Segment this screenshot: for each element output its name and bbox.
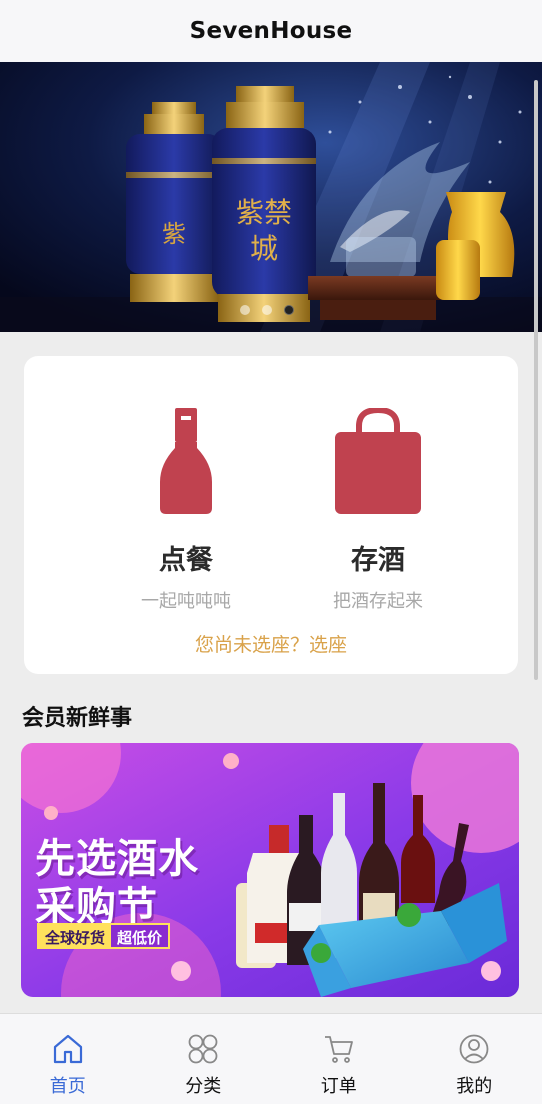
order-food-service[interactable]: 点餐 一起吨吨吨 — [86, 404, 286, 613]
top-header: SevenHouse — [0, 0, 542, 62]
svg-text:紫禁: 紫禁 — [236, 196, 292, 229]
svg-text:城: 城 — [250, 232, 278, 265]
carousel-dot[interactable] — [240, 305, 250, 315]
tab-category-label: 分类 — [185, 1076, 222, 1097]
profile-icon — [459, 1034, 489, 1064]
hero-banner-image: 紫 紫禁 城 — [0, 62, 542, 332]
store-wine-title: 存酒 — [351, 545, 405, 576]
cart-icon — [324, 1036, 353, 1063]
tab-profile-label: 我的 — [456, 1076, 493, 1097]
tab-orders-label: 订单 — [320, 1076, 357, 1097]
bag-icon — [335, 404, 421, 514]
services-card: 点餐 一起吨吨吨 存酒 把酒存起来 您尚未选座？选座 — [24, 356, 518, 674]
tab-home[interactable]: 首页 — [0, 1014, 136, 1104]
bottle-icon — [160, 404, 212, 514]
select-seat-link[interactable]: 您尚未选座？选座 — [24, 630, 518, 657]
scrollbar[interactable] — [534, 80, 538, 680]
order-food-subtitle: 一起吨吨吨 — [141, 591, 231, 612]
promo-tags: 全球好货 超低价 — [37, 923, 171, 949]
carousel-dot-active[interactable] — [284, 305, 294, 315]
tab-orders[interactable]: 订单 — [271, 1014, 407, 1104]
store-wine-subtitle: 把酒存起来 — [333, 591, 423, 612]
tab-profile[interactable]: 我的 — [407, 1014, 542, 1104]
promo-tag-lowprice: 超低价 — [111, 925, 169, 947]
category-icon — [188, 1034, 218, 1064]
tab-home-label: 首页 — [49, 1076, 86, 1097]
app-title: SevenHouse — [189, 18, 353, 44]
tab-category[interactable]: 分类 — [136, 1014, 272, 1104]
svg-text:紫: 紫 — [162, 220, 186, 248]
carousel-dot[interactable] — [262, 305, 272, 315]
carousel-indicators — [240, 305, 294, 315]
bottom-tab-bar: 首页 分类 订单 我的 — [0, 1013, 542, 1104]
promo-banner[interactable]: 先选酒水 采购节 全球好货 超低价 — [21, 743, 519, 997]
hero-banner[interactable]: 紫 紫禁 城 — [0, 62, 542, 332]
promo-tag-global: 全球好货 — [39, 925, 112, 947]
home-icon — [53, 1034, 82, 1064]
store-wine-service[interactable]: 存酒 把酒存起来 — [278, 404, 478, 613]
order-food-title: 点餐 — [159, 545, 213, 576]
member-news-heading: 会员新鲜事 — [22, 706, 133, 731]
